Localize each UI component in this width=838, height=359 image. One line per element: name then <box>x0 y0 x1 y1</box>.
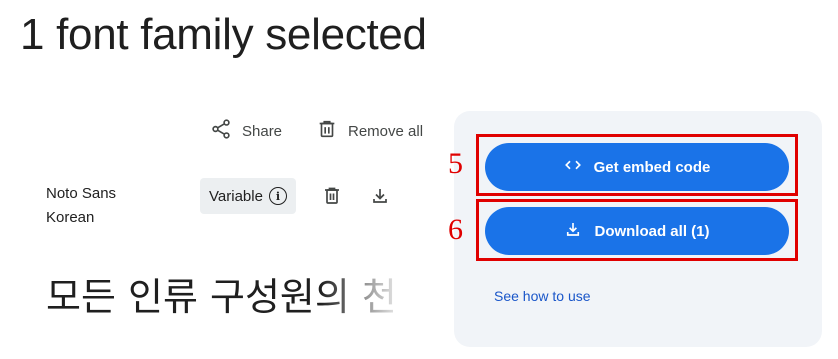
remove-all-label: Remove all <box>348 122 424 140</box>
remove-family-button[interactable] <box>320 184 344 208</box>
annotation-box-5 <box>476 134 798 196</box>
sample-fade-overlay <box>320 260 402 324</box>
info-icon: i <box>268 187 287 205</box>
remove-all-button[interactable]: Remove all <box>316 118 423 144</box>
page-title: 1 font family selected <box>20 10 427 59</box>
share-icon <box>210 118 232 144</box>
download-icon <box>373 189 387 203</box>
variable-chip[interactable]: Variable i <box>200 178 296 214</box>
font-family-name: Noto Sans Korean <box>46 185 117 226</box>
see-how-to-use-link[interactable]: See how to use <box>494 288 591 304</box>
annotation-label-5: 5 <box>448 147 463 180</box>
variable-label: Variable <box>209 187 263 205</box>
download-family-button[interactable] <box>368 184 392 208</box>
share-button[interactable]: Share <box>210 118 282 144</box>
trash-icon <box>316 118 338 144</box>
trash-icon <box>325 187 339 204</box>
share-label: Share <box>242 122 283 140</box>
annotation-label-6: 6 <box>448 213 463 246</box>
annotation-box-6 <box>476 199 798 261</box>
